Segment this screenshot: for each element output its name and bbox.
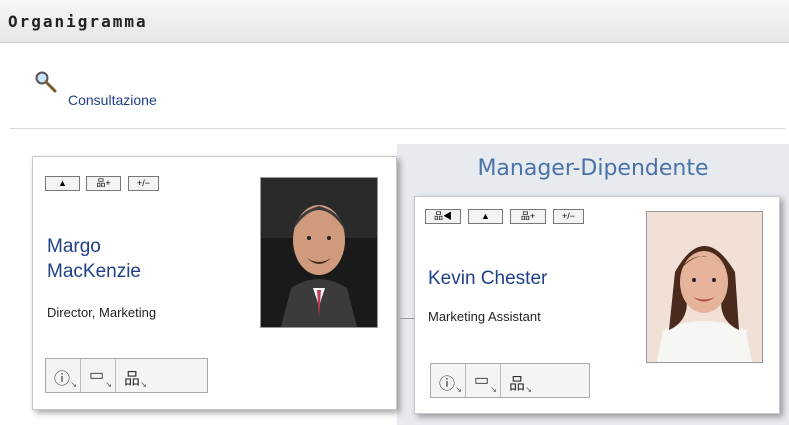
plus-minus-button[interactable]: +/− (128, 176, 159, 191)
avatar (260, 177, 378, 328)
go-to-manager-button[interactable]: 品◀ (425, 209, 461, 224)
org-chart-button[interactable]: 品 ↘ (501, 364, 535, 397)
employee-card: 品◀ ▲ 品+ +/− Kevin Chester Marketing Assi… (414, 196, 780, 414)
page-title: Organigramma (8, 12, 148, 31)
org-chart-icon: 品 (509, 376, 526, 393)
up-arrow-icon: ▲ (481, 211, 490, 221)
up-arrow-icon: ▲ (58, 178, 67, 188)
message-icon: ▭ (89, 367, 105, 384)
employee-name[interactable]: Kevin Chester (428, 267, 547, 291)
expand-org-button[interactable]: 品+ (510, 209, 546, 224)
avatar (646, 211, 763, 363)
org-chart-button[interactable]: 品 ↘ (116, 359, 150, 392)
employee-role: Marketing Assistant (428, 309, 541, 324)
panel-title: Manager-Dipendente (477, 156, 709, 181)
message-icon: ▭ (474, 372, 490, 389)
message-button[interactable]: ▭ ↘ (81, 359, 116, 392)
expand-org-icon: 品+ (520, 211, 536, 221)
divider (10, 128, 785, 129)
go-to-manager-icon: 品◀ (433, 211, 452, 221)
org-chart-icon: 品 (124, 371, 141, 388)
plus-minus-button[interactable]: +/− (553, 209, 584, 224)
org-connector (400, 318, 414, 319)
plus-minus-icon: +/− (561, 211, 575, 221)
manager-name-line2[interactable]: MacKenzie (47, 260, 141, 284)
search-link[interactable]: Consultazione (68, 92, 157, 108)
expand-org-button[interactable]: 品+ (86, 176, 121, 191)
manager-role: Director, Marketing (47, 305, 157, 320)
info-button[interactable]: ⓘ ↘ (431, 364, 466, 397)
header-bar: Organigramma (0, 0, 789, 43)
up-arrow-button[interactable]: ▲ (468, 209, 503, 224)
employee-action-group: ⓘ ↘ ▭ ↘ 品 ↘ (430, 363, 590, 398)
up-arrow-button[interactable]: ▲ (45, 176, 80, 191)
info-icon: ⓘ (439, 376, 456, 393)
manager-name-line1[interactable]: Margo (47, 235, 101, 259)
plus-minus-icon: +/− (136, 178, 150, 188)
info-button[interactable]: ⓘ ↘ (46, 359, 81, 392)
magnifier-icon[interactable] (34, 70, 58, 94)
message-button[interactable]: ▭ ↘ (466, 364, 501, 397)
manager-action-group: ⓘ ↘ ▭ ↘ 品 ↘ (45, 358, 208, 393)
expand-org-icon: 品+ (96, 178, 111, 188)
manager-card: ▲ 品+ +/− Margo MacKenzie Director, Marke… (32, 156, 397, 410)
info-icon: ⓘ (54, 371, 71, 388)
